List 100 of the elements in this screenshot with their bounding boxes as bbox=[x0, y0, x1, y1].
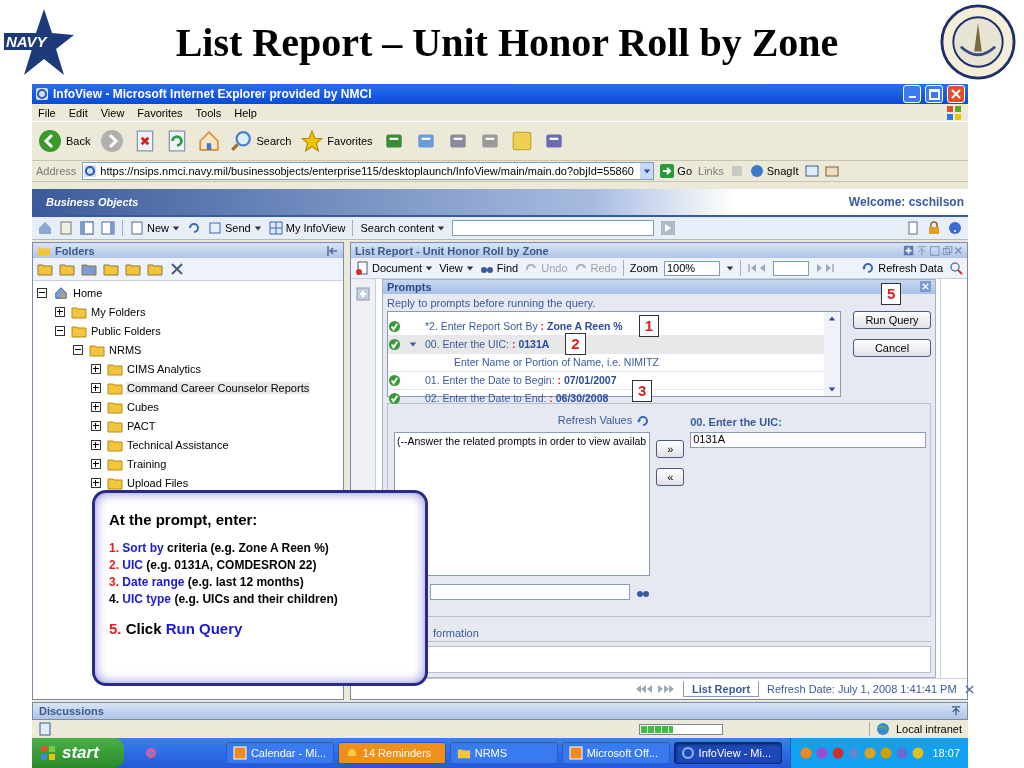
refresh-data-button[interactable]: Refresh Data bbox=[861, 261, 943, 275]
panel-icon[interactable] bbox=[80, 221, 94, 235]
search-field[interactable] bbox=[430, 583, 631, 600]
refresh-values-link[interactable]: Refresh Values bbox=[557, 413, 633, 428]
dialog-button[interactable]: Cancel bbox=[853, 338, 931, 357]
expander-icon[interactable] bbox=[91, 439, 101, 450]
caret-icon[interactable] bbox=[828, 384, 836, 393]
search-button[interactable]: Search bbox=[230, 130, 292, 152]
caret-icon[interactable] bbox=[725, 264, 734, 272]
document-icon[interactable] bbox=[906, 221, 920, 235]
value-field[interactable]: 0131A bbox=[690, 431, 927, 448]
page-navigation-icon[interactable] bbox=[746, 263, 767, 273]
send-button[interactable]: Send bbox=[208, 221, 262, 235]
forward-button[interactable] bbox=[100, 129, 125, 153]
back-button[interactable]: Back bbox=[38, 129, 91, 153]
folder-icon[interactable] bbox=[147, 262, 163, 276]
remove-button[interactable]: « bbox=[656, 467, 685, 486]
expand-panel-icon[interactable] bbox=[356, 287, 370, 301]
taskbar-button[interactable]: NRMS bbox=[449, 742, 558, 764]
my-infoview-button[interactable]: My InfoView bbox=[268, 221, 346, 235]
links-label[interactable]: Links bbox=[698, 165, 724, 177]
home-icon[interactable] bbox=[38, 221, 52, 235]
expander-icon[interactable] bbox=[91, 420, 101, 431]
tray-icon[interactable] bbox=[910, 746, 925, 760]
taskbar-button[interactable]: Calendar - Mi... bbox=[225, 742, 334, 764]
close-icon[interactable] bbox=[964, 684, 974, 694]
menu-item[interactable]: File bbox=[38, 106, 56, 119]
tray-icon[interactable] bbox=[830, 746, 845, 760]
menu-item[interactable]: Help bbox=[234, 106, 257, 119]
menu-button[interactable]: View bbox=[439, 262, 474, 274]
discussions-bar[interactable]: Discussions bbox=[32, 702, 968, 720]
document-icon[interactable] bbox=[59, 221, 73, 235]
quick-launch-icon[interactable] bbox=[143, 746, 158, 760]
tree-item[interactable]: Training bbox=[126, 457, 168, 470]
minimize-button[interactable] bbox=[903, 85, 921, 103]
values-list[interactable]: (--Answer the related prompts in order to view availab bbox=[394, 431, 651, 576]
arrow-icon[interactable] bbox=[828, 314, 836, 323]
document-button[interactable]: Document bbox=[355, 261, 434, 275]
new-button[interactable]: New bbox=[130, 221, 180, 235]
expander-icon[interactable] bbox=[73, 344, 83, 355]
collapse-icon[interactable] bbox=[325, 243, 339, 258]
folder-icon[interactable] bbox=[59, 262, 75, 276]
caret-down-icon[interactable] bbox=[409, 340, 417, 349]
menu-item[interactable]: Edit bbox=[68, 106, 88, 119]
search-content-menu[interactable]: Search content bbox=[360, 222, 446, 234]
folder-icon[interactable] bbox=[37, 262, 53, 276]
find-button[interactable]: Find bbox=[479, 261, 519, 275]
home-button[interactable] bbox=[198, 130, 221, 152]
expander-icon[interactable] bbox=[91, 458, 101, 469]
expander-icon[interactable] bbox=[91, 401, 101, 412]
panel-icon[interactable] bbox=[101, 221, 115, 235]
expander-icon[interactable] bbox=[37, 287, 47, 298]
delete-icon[interactable] bbox=[169, 262, 185, 276]
page-number-field[interactable] bbox=[772, 260, 809, 276]
tree-item[interactable]: NRMS bbox=[108, 343, 143, 356]
snagit-button[interactable]: SnagIt bbox=[749, 164, 799, 178]
close-button[interactable] bbox=[947, 85, 965, 103]
tree-item[interactable]: Command Career Counselor Reports bbox=[126, 381, 311, 394]
address-field[interactable]: https://nsips.nmci.navy.mil/businessobjects/enterprise115/desktoplaunch/InfoView/main/main.do?objId=55860 bbox=[82, 162, 655, 180]
window-icon[interactable] bbox=[824, 164, 839, 178]
add-button[interactable]: » bbox=[656, 439, 685, 458]
tray-icon[interactable] bbox=[814, 746, 829, 760]
menu-item[interactable]: Tools bbox=[195, 106, 222, 119]
expander-icon[interactable] bbox=[91, 477, 101, 488]
tree-item[interactable]: My Folders bbox=[90, 305, 147, 318]
search-icon[interactable] bbox=[949, 261, 963, 275]
report-tab[interactable]: List Report bbox=[683, 681, 760, 697]
expander-icon[interactable] bbox=[91, 363, 101, 374]
tree-item[interactable]: Technical Assistance bbox=[126, 438, 230, 451]
tray-icon[interactable] bbox=[894, 746, 909, 760]
expander-icon[interactable] bbox=[55, 306, 65, 317]
help-icon[interactable] bbox=[948, 221, 962, 235]
close-icon[interactable] bbox=[920, 281, 931, 293]
restore-button[interactable] bbox=[925, 85, 943, 103]
tree-item[interactable]: Public Folders bbox=[90, 324, 162, 337]
window-controls-icon[interactable] bbox=[903, 243, 963, 258]
menu-item[interactable]: Favorites bbox=[137, 106, 183, 119]
folder-icon[interactable] bbox=[125, 262, 141, 276]
tab-navigation-icon[interactable] bbox=[635, 684, 675, 694]
window-icon[interactable] bbox=[804, 164, 819, 178]
caret-icon[interactable] bbox=[642, 167, 651, 175]
expander-icon[interactable] bbox=[55, 325, 65, 336]
tree-item[interactable]: Upload Files bbox=[126, 476, 190, 489]
tree-item[interactable]: Cubes bbox=[126, 400, 160, 413]
expander-icon[interactable] bbox=[91, 382, 101, 393]
zoom-dropdown[interactable]: 100% bbox=[663, 260, 720, 276]
menu-item[interactable]: View bbox=[100, 106, 125, 119]
favorites-button[interactable]: Favorites bbox=[301, 130, 373, 152]
search-field[interactable] bbox=[452, 220, 655, 236]
tree-item[interactable]: Home bbox=[72, 286, 104, 299]
folder-icon[interactable] bbox=[103, 262, 119, 276]
tree-item[interactable]: PACT bbox=[126, 419, 157, 432]
note-button[interactable] bbox=[510, 130, 533, 152]
refresh-icon[interactable] bbox=[187, 221, 201, 235]
scrollbar[interactable] bbox=[824, 311, 840, 396]
dialog-button[interactable]: Run Query bbox=[853, 310, 931, 329]
page-navigation-icon[interactable] bbox=[814, 263, 835, 273]
go-button[interactable]: Go bbox=[660, 164, 693, 178]
lock-icon[interactable] bbox=[927, 221, 941, 235]
taskbar-button[interactable]: InfoView - Mi... bbox=[673, 742, 782, 764]
